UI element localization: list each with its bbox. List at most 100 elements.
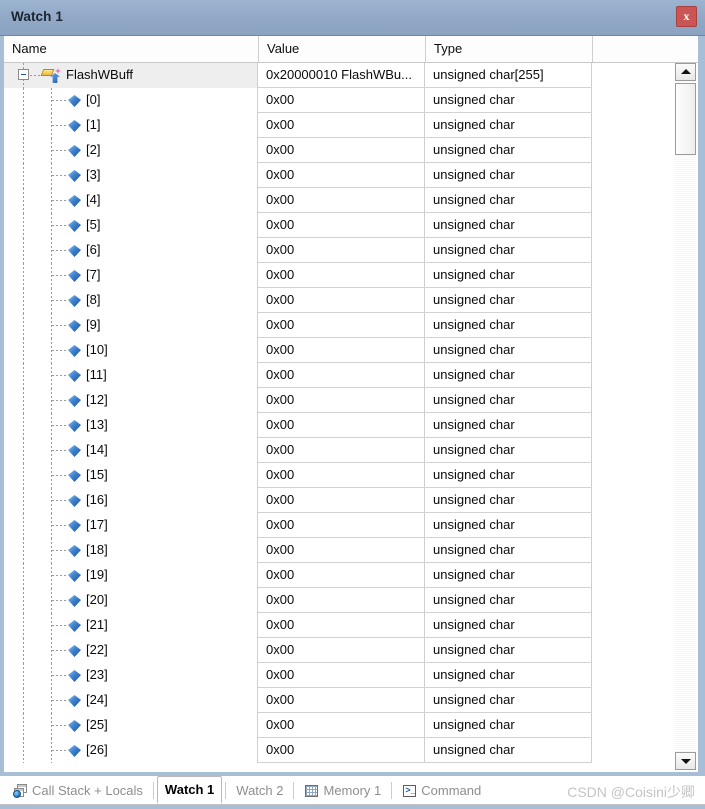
table-row[interactable]: [9] 0x00 unsigned char (4, 313, 698, 338)
expander-collapse-icon[interactable] (18, 69, 29, 80)
cell-value[interactable]: 0x00 (258, 313, 425, 338)
cell-value[interactable]: 0x00 (258, 213, 425, 238)
table-row[interactable]: [26] 0x00 unsigned char (4, 738, 698, 763)
cell-type[interactable]: unsigned char (425, 463, 592, 488)
table-row[interactable]: [2] 0x00 unsigned char (4, 138, 698, 163)
cell-value[interactable]: 0x00 (258, 488, 425, 513)
tab-watch-2[interactable]: Watch 2 (229, 777, 290, 804)
table-row[interactable]: [25] 0x00 unsigned char (4, 713, 698, 738)
cell-value[interactable]: 0x00 (258, 638, 425, 663)
cell-name[interactable]: [20] (4, 588, 258, 613)
cell-name[interactable]: [22] (4, 638, 258, 663)
cell-name[interactable]: [19] (4, 563, 258, 588)
cell-value[interactable]: 0x00 (258, 563, 425, 588)
cell-name[interactable]: [15] (4, 463, 258, 488)
cell-value[interactable]: 0x00 (258, 238, 425, 263)
cell-value[interactable]: 0x00 (258, 263, 425, 288)
cell-name[interactable]: [23] (4, 663, 258, 688)
cell-type[interactable]: unsigned char (425, 438, 592, 463)
scrollbar-track[interactable] (675, 81, 696, 752)
cell-name[interactable]: [11] (4, 363, 258, 388)
cell-type[interactable]: unsigned char (425, 338, 592, 363)
close-button[interactable]: x (676, 6, 697, 27)
cell-type[interactable]: unsigned char (425, 188, 592, 213)
table-row[interactable]: [15] 0x00 unsigned char (4, 463, 698, 488)
cell-name[interactable]: [26] (4, 738, 258, 763)
cell-type[interactable]: unsigned char (425, 313, 592, 338)
tab-call-stack-locals[interactable]: Call Stack + Locals (6, 777, 150, 804)
cell-name[interactable]: [7] (4, 263, 258, 288)
table-row[interactable]: [22] 0x00 unsigned char (4, 638, 698, 663)
cell-value[interactable]: 0x00 (258, 688, 425, 713)
table-row[interactable]: [5] 0x00 unsigned char (4, 213, 698, 238)
cell-type[interactable]: unsigned char[255] (425, 63, 592, 88)
cell-type[interactable]: unsigned char (425, 713, 592, 738)
table-row[interactable]: [14] 0x00 unsigned char (4, 438, 698, 463)
cell-name[interactable]: [21] (4, 613, 258, 638)
column-header-name[interactable]: Name (4, 36, 259, 62)
column-header-value[interactable]: Value (259, 36, 426, 62)
table-row[interactable]: [20] 0x00 unsigned char (4, 588, 698, 613)
cell-name[interactable]: [24] (4, 688, 258, 713)
cell-type[interactable]: unsigned char (425, 413, 592, 438)
cell-value[interactable]: 0x00 (258, 613, 425, 638)
cell-value[interactable]: 0x00 (258, 513, 425, 538)
tab-watch-1[interactable]: Watch 1 (156, 776, 223, 804)
scrollbar-thumb[interactable] (675, 83, 696, 155)
cell-value[interactable]: 0x00 (258, 713, 425, 738)
cell-value[interactable]: 0x00 (258, 138, 425, 163)
table-row[interactable]: [16] 0x00 unsigned char (4, 488, 698, 513)
cell-value[interactable]: 0x00 (258, 438, 425, 463)
table-row[interactable]: [10] 0x00 unsigned char (4, 338, 698, 363)
table-row[interactable]: [3] 0x00 unsigned char (4, 163, 698, 188)
cell-type[interactable]: unsigned char (425, 513, 592, 538)
cell-value[interactable]: 0x00 (258, 363, 425, 388)
cell-name[interactable]: [4] (4, 188, 258, 213)
cell-value[interactable]: 0x00 (258, 188, 425, 213)
cell-type[interactable]: unsigned char (425, 388, 592, 413)
vertical-scrollbar[interactable] (675, 63, 696, 770)
cell-type[interactable]: unsigned char (425, 738, 592, 763)
cell-type[interactable]: unsigned char (425, 638, 592, 663)
table-row[interactable]: [18] 0x00 unsigned char (4, 538, 698, 563)
cell-name[interactable]: [16] (4, 488, 258, 513)
cell-type[interactable]: unsigned char (425, 363, 592, 388)
table-row[interactable]: [24] 0x00 unsigned char (4, 688, 698, 713)
table-row[interactable]: FlashWBuff 0x20000010 FlashWBu... unsigned… (4, 63, 698, 88)
cell-value[interactable]: 0x00 (258, 163, 425, 188)
cell-value[interactable]: 0x00 (258, 338, 425, 363)
cell-name[interactable]: [17] (4, 513, 258, 538)
cell-type[interactable]: unsigned char (425, 238, 592, 263)
column-header-type[interactable]: Type (426, 36, 593, 62)
table-row[interactable]: [0] 0x00 unsigned char (4, 88, 698, 113)
table-row[interactable]: [19] 0x00 unsigned char (4, 563, 698, 588)
scroll-down-button[interactable] (675, 752, 696, 770)
table-row[interactable]: [8] 0x00 unsigned char (4, 288, 698, 313)
cell-name[interactable]: [5] (4, 213, 258, 238)
cell-value[interactable]: 0x00 (258, 113, 425, 138)
table-row[interactable]: [21] 0x00 unsigned char (4, 613, 698, 638)
cell-name[interactable]: [3] (4, 163, 258, 188)
table-row[interactable]: [4] 0x00 unsigned char (4, 188, 698, 213)
table-row[interactable]: [7] 0x00 unsigned char (4, 263, 698, 288)
cell-type[interactable]: unsigned char (425, 288, 592, 313)
cell-name[interactable]: [10] (4, 338, 258, 363)
cell-type[interactable]: unsigned char (425, 163, 592, 188)
tab-memory-1[interactable]: Memory 1 (297, 777, 388, 804)
cell-value[interactable]: 0x20000010 FlashWBu... (258, 63, 425, 88)
cell-type[interactable]: unsigned char (425, 488, 592, 513)
cell-name[interactable]: [18] (4, 538, 258, 563)
cell-value[interactable]: 0x00 (258, 588, 425, 613)
cell-value[interactable]: 0x00 (258, 538, 425, 563)
table-row[interactable]: [23] 0x00 unsigned char (4, 663, 698, 688)
cell-value[interactable]: 0x00 (258, 388, 425, 413)
table-row[interactable]: [17] 0x00 unsigned char (4, 513, 698, 538)
table-row[interactable]: [1] 0x00 unsigned char (4, 113, 698, 138)
cell-type[interactable]: unsigned char (425, 213, 592, 238)
cell-name[interactable]: [12] (4, 388, 258, 413)
cell-name[interactable]: [13] (4, 413, 258, 438)
table-row[interactable]: [12] 0x00 unsigned char (4, 388, 698, 413)
cell-type[interactable]: unsigned char (425, 538, 592, 563)
cell-name[interactable]: [14] (4, 438, 258, 463)
cell-value[interactable]: 0x00 (258, 663, 425, 688)
